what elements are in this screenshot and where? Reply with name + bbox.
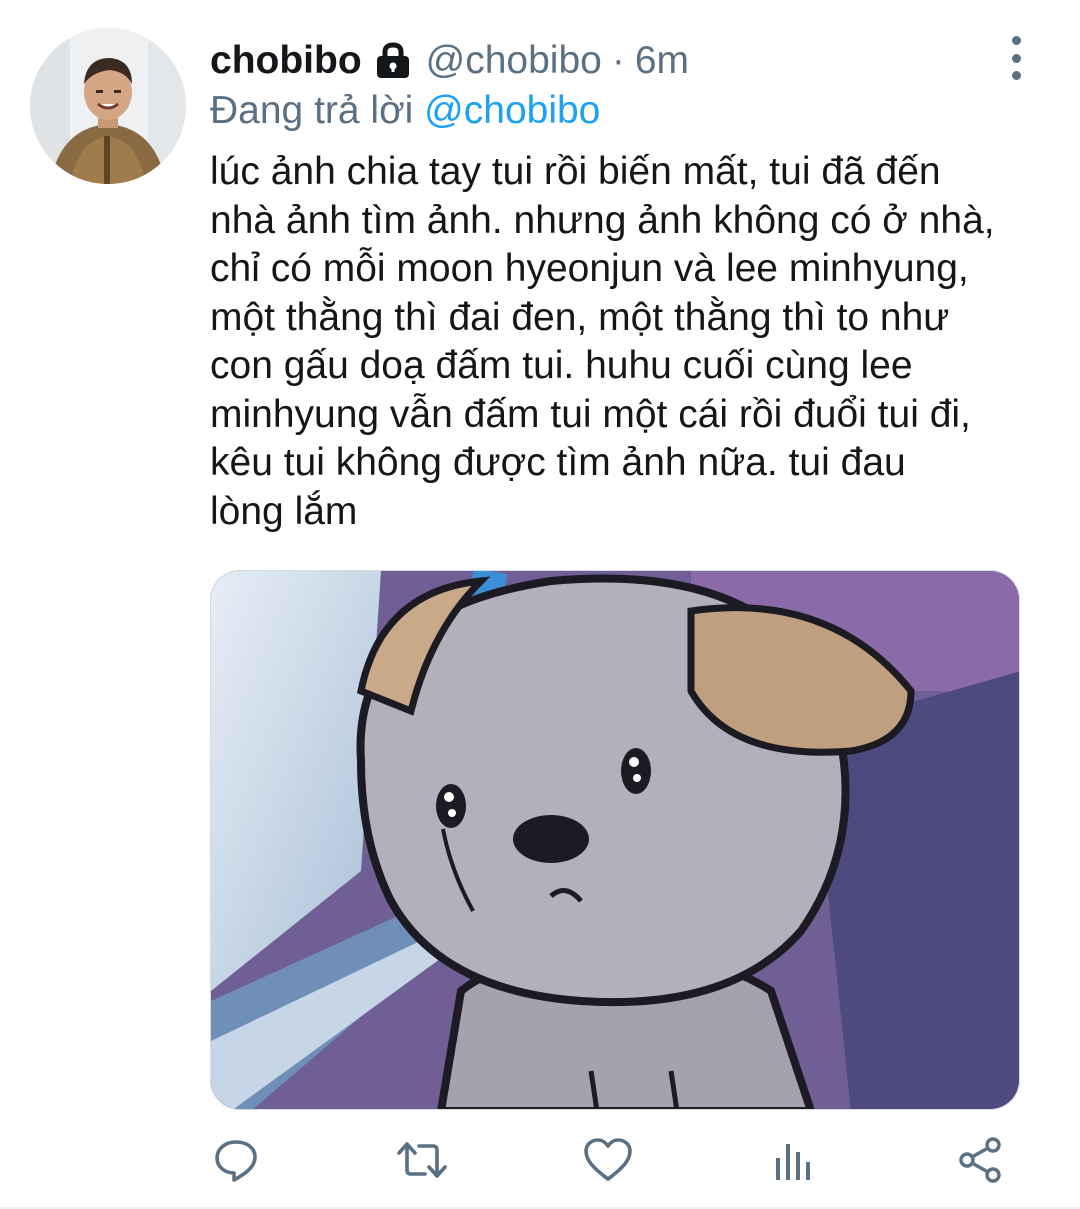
heart-icon[interactable] xyxy=(578,1130,638,1190)
reply-mention-link[interactable]: @chobibo xyxy=(424,89,600,132)
tweet-text-line: lòng lắm xyxy=(210,489,358,533)
display-name[interactable]: chobibo xyxy=(210,36,362,86)
tweet-text-line: kêu tui không được tìm ảnh nữa. tui đau xyxy=(210,441,906,484)
reply-prefix: Đang trả lời xyxy=(210,89,414,132)
tweet-media-image[interactable] xyxy=(210,570,1020,1110)
tweet-actions xyxy=(0,1130,1080,1190)
tweet-timestamp[interactable]: 6m xyxy=(635,36,689,86)
separator-dot: · xyxy=(611,39,625,82)
author-handle[interactable]: @chobibo xyxy=(426,36,602,86)
tweet-text-line: minhyung vẫn đấm tui một cái rồi đuổi tu… xyxy=(210,392,971,436)
more-options-icon[interactable] xyxy=(1000,36,1032,80)
tweet-text: lúc ảnh chia tay tui rồi biến mất, tui đ… xyxy=(210,148,1060,536)
avatar[interactable] xyxy=(30,28,186,184)
analytics-icon[interactable] xyxy=(764,1130,824,1190)
replying-to: Đang trả lời @chobibo xyxy=(210,86,600,136)
reply-icon[interactable] xyxy=(206,1130,266,1190)
tweet-text-line: con gấu doạ đấm tui. huhu cuối cùng lee xyxy=(210,344,913,387)
tweet[interactable]: chobibo @chobibo · 6m Đang trả lời @chob… xyxy=(0,0,1080,1209)
tweet-text-line: nhà ảnh tìm ảnh. nhưng ảnh không có ở nh… xyxy=(210,198,995,242)
tweet-text-line: một thằng thì đai đen, một thằng thì to … xyxy=(210,295,950,339)
tweet-text-line: lúc ảnh chia tay tui rồi biến mất, tui đ… xyxy=(210,150,941,193)
retweet-icon[interactable] xyxy=(392,1130,452,1190)
tweet-header: chobibo @chobibo · 6m xyxy=(210,36,689,86)
share-icon[interactable] xyxy=(950,1130,1010,1190)
tweet-text-line: chỉ có mỗi moon hyeonjun và lee minhyung… xyxy=(210,247,969,290)
lock-icon xyxy=(374,42,412,80)
